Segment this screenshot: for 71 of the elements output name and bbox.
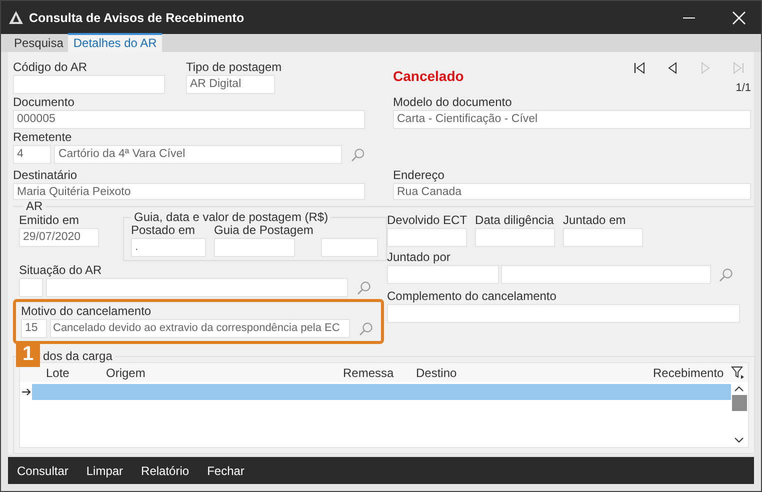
app-logo-icon xyxy=(9,11,23,24)
tab[interactable]: Pesquisa xyxy=(9,33,68,52)
field-label: Modelo do documento xyxy=(393,95,513,110)
scroll-thumb[interactable] xyxy=(732,395,747,411)
tab[interactable]: Detalhes do AR xyxy=(68,33,162,52)
issued-date-field[interactable]: 29/07/2020 xyxy=(19,228,99,247)
field-label: Endereço xyxy=(393,168,446,183)
field-label: Complemento do cancelamento xyxy=(387,289,558,304)
current-row-icon xyxy=(22,388,30,396)
minimize-icon xyxy=(683,16,695,18)
scroll-up-icon[interactable] xyxy=(734,385,744,393)
field-label: Data diligência xyxy=(475,213,555,228)
field-label: Remetente xyxy=(13,130,73,145)
field-label: Emitido em xyxy=(19,213,80,228)
column-header[interactable]: Origem xyxy=(106,366,343,380)
cancel-note-field[interactable] xyxy=(387,304,740,323)
column-header[interactable]: Destino xyxy=(416,366,653,380)
code-field[interactable] xyxy=(13,75,165,94)
field-label: Postado em xyxy=(131,223,196,238)
callout-badge: 1 xyxy=(16,341,40,367)
close-icon xyxy=(732,10,746,24)
window-title: Consulta de Avisos de Recebimento xyxy=(29,10,244,24)
toolbar-button[interactable]: Consultar xyxy=(17,464,68,478)
address-field[interactable]: Rua Canada xyxy=(393,183,751,200)
record-position: 1/1 xyxy=(736,82,751,94)
postage-guide-field[interactable] xyxy=(214,238,295,257)
toolbar-button[interactable]: Relatório xyxy=(141,464,190,478)
field-label: Situação do AR xyxy=(19,263,103,278)
search-icon[interactable] xyxy=(719,268,733,282)
document-model-field[interactable]: Carta - Cientificação - Cível xyxy=(393,110,751,129)
toolbar-button[interactable]: Limpar xyxy=(86,464,124,478)
field-label: Juntado em xyxy=(563,213,627,228)
column-header[interactable]: Remessa xyxy=(343,366,416,380)
toolbar-button[interactable]: Fechar xyxy=(207,464,244,478)
reason-code-field[interactable]: 15 xyxy=(21,319,47,338)
reason-name-field[interactable]: Cancelado devido ao extravio da correspondência pela EC xyxy=(50,319,350,338)
column-header[interactable]: Recebimento xyxy=(653,366,728,380)
field-label: Juntado por xyxy=(387,250,452,265)
group-legend: AR xyxy=(23,202,46,211)
field-label: Devolvido ECT xyxy=(387,213,468,228)
attached-by-code-field[interactable] xyxy=(387,265,499,284)
postage-type-field[interactable]: AR Digital xyxy=(186,75,275,94)
filter-icon[interactable] xyxy=(730,366,745,380)
posted-date-field[interactable]: . xyxy=(131,238,206,257)
field-label: Motivo do cancelamento xyxy=(21,304,152,319)
column-header[interactable]: Lote xyxy=(32,366,106,380)
field-label: Código do AR xyxy=(13,60,88,75)
search-icon[interactable] xyxy=(359,322,373,336)
field-label: Destinatário xyxy=(13,168,78,183)
field-label: Guia de Postagem xyxy=(214,223,314,238)
recipient-field[interactable]: Maria Quitéria Peixoto xyxy=(13,183,365,200)
attached-by-name-field[interactable] xyxy=(501,265,711,284)
status-code-field[interactable] xyxy=(19,278,43,297)
returned-date-field[interactable] xyxy=(387,228,467,247)
status-name-field[interactable] xyxy=(46,278,348,297)
postage-value-field[interactable] xyxy=(321,238,378,257)
diligence-date-field[interactable] xyxy=(475,228,556,247)
field-label: Tipo de postagem xyxy=(186,60,282,75)
field-label: Documento xyxy=(13,95,76,110)
search-icon[interactable] xyxy=(351,148,365,162)
sender-code-field[interactable]: 4 xyxy=(13,145,52,164)
group-legend: dos da carga xyxy=(43,349,112,363)
prev-record-icon[interactable] xyxy=(666,62,679,74)
status-text: Cancelado xyxy=(393,68,464,84)
search-icon[interactable] xyxy=(357,281,371,295)
first-record-icon[interactable] xyxy=(633,62,646,74)
attached-date-field[interactable] xyxy=(563,228,644,247)
document-field[interactable]: 000005 xyxy=(13,110,365,129)
group-legend: Guia, data e valor de postagem (R$) xyxy=(131,211,332,223)
scroll-down-icon[interactable] xyxy=(734,436,744,444)
sender-name-field[interactable]: Cartório da 4ª Vara Cível xyxy=(54,145,342,164)
